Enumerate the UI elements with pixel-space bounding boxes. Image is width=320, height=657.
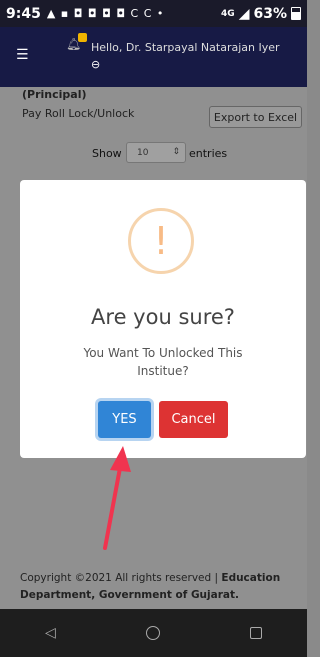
dialog-message: You Want To Unlocked This Institue?: [83, 346, 243, 378]
notification-icons: ▲ ▪ ◘ ◘ ◘ ◘ C C •: [46, 7, 165, 20]
status-right: 4G ◢ 63%: [221, 6, 301, 22]
recent-apps-icon[interactable]: [249, 627, 262, 639]
warning-symbol: !: [153, 219, 169, 263]
footer-copyright: Copyright ©2021 All rights reserved | Ed…: [20, 570, 295, 604]
greeting-text: Hello, Dr. Starpayal Natarajan Iyer: [91, 41, 280, 54]
export-excel-button[interactable]: Export to Excel: [209, 106, 302, 128]
back-icon[interactable]: ◁: [45, 625, 56, 641]
confirm-dialog: ! Are you sure? You Want To Unlocked Thi…: [20, 180, 306, 458]
hamburger-icon[interactable]: ☰: [16, 47, 29, 63]
app-header: ☰ 🔔︎ Hello, Dr. Starpayal Natarajan Iyer…: [0, 27, 307, 87]
cancel-button[interactable]: Cancel: [159, 401, 228, 438]
battery-icon: [291, 7, 301, 20]
entries-value: 10: [137, 148, 149, 158]
signal-icon: ◢: [238, 5, 250, 22]
android-nav-bar: ◁: [0, 609, 307, 657]
home-icon[interactable]: [145, 626, 160, 640]
network-label: 4G: [221, 8, 235, 19]
yes-button[interactable]: YES: [98, 401, 151, 438]
battery-percent: 63%: [253, 5, 287, 22]
select-chevron-icon: ⇕: [172, 147, 180, 157]
entries-label: entries: [189, 147, 228, 160]
page-title: Pay Roll Lock/Unlock: [22, 107, 135, 120]
status-bar: 9:45 ▲ ▪ ◘ ◘ ◘ ◘ C C • 4G ◢ 63%: [0, 0, 307, 27]
section-label: (Principal): [22, 88, 87, 101]
notification-badge: [78, 33, 87, 42]
copyright-text: Copyright ©2021 All rights reserved |: [20, 572, 222, 584]
warning-icon: !: [128, 208, 194, 274]
status-time: 9:45: [6, 5, 41, 22]
show-label: Show: [92, 147, 122, 160]
dialog-title: Are you sure?: [91, 305, 235, 329]
user-icon[interactable]: ⊖: [91, 58, 100, 71]
entries-select[interactable]: 10 ⇕: [126, 142, 186, 163]
